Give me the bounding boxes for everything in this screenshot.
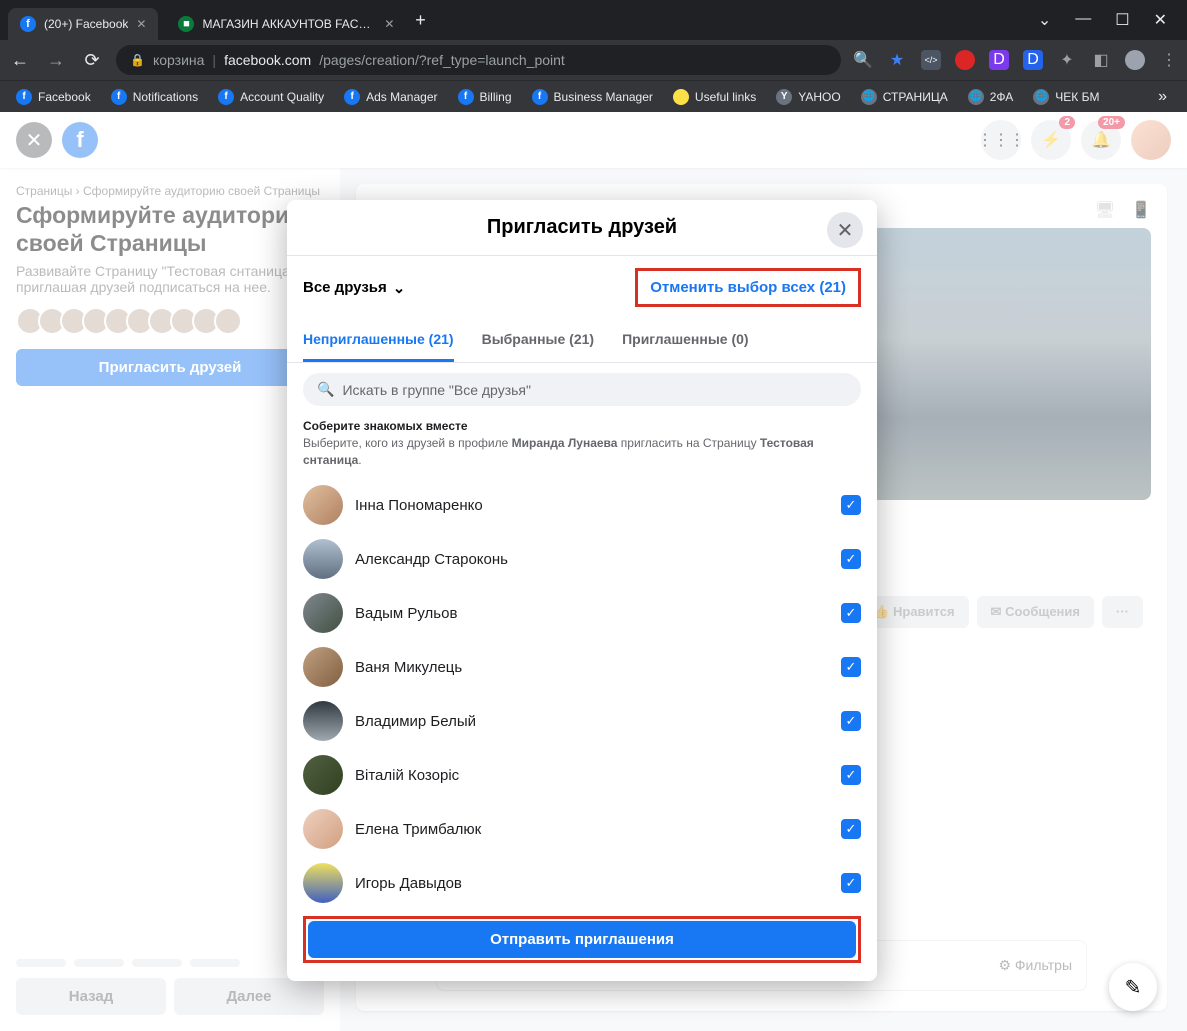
star-icon[interactable]: ★ — [887, 50, 907, 70]
lock-icon: 🔒 — [130, 53, 145, 67]
bookmark-item[interactable]: 🌐СТРАНИЦА — [853, 85, 956, 109]
checkbox-checked-icon[interactable]: ✓ — [841, 765, 861, 785]
menu-icon[interactable]: ⋮ — [1159, 50, 1179, 70]
friends-list: Інна Пономаренко✓ Александр Староконь✓ В… — [287, 474, 877, 904]
favicon-icon: ■ — [178, 16, 194, 32]
modal-description: Соберите знакомых вместе Выберите, кого … — [287, 412, 877, 474]
search-icon[interactable]: 🔍 — [853, 50, 873, 70]
tab-selected[interactable]: Выбранные (21) — [482, 319, 595, 362]
friend-row[interactable]: Інна Пономаренко✓ — [303, 478, 861, 532]
friend-row[interactable]: Александр Староконь✓ — [303, 532, 861, 586]
browser-tab-1[interactable]: ■ МАГАЗИН АККАУНТОВ FACEBO ✕ — [166, 8, 406, 40]
close-icon[interactable]: ✕ — [1154, 10, 1167, 30]
minimize-icon[interactable]: ― — [1075, 10, 1091, 30]
facebook-favicon-icon: f — [20, 16, 36, 32]
close-tab-icon[interactable]: ✕ — [136, 17, 146, 31]
bookmark-item[interactable]: fFacebook — [8, 85, 99, 109]
friend-row[interactable]: Игорь Давыдов✓ — [303, 856, 861, 904]
checkbox-checked-icon[interactable]: ✓ — [841, 657, 861, 677]
bookmarks-bar: fFacebook fNotifications fAccount Qualit… — [0, 80, 1187, 112]
avatar — [303, 539, 343, 579]
bookmark-item[interactable]: fAds Manager — [336, 85, 445, 109]
deselect-all-button[interactable]: Отменить выбор всех (21) — [635, 268, 861, 307]
tab-invited[interactable]: Приглашенные (0) — [622, 319, 749, 362]
url-domain: facebook.com — [224, 52, 311, 68]
checkbox-checked-icon[interactable]: ✓ — [841, 819, 861, 839]
sidepanel-icon[interactable]: ◧ — [1091, 50, 1111, 70]
modal-title: Пригласить друзей — [303, 216, 861, 239]
chevron-down-icon: ⌄ — [393, 279, 406, 297]
ext-icon[interactable]: </> — [921, 50, 941, 70]
reload-icon[interactable]: ⟳ — [80, 50, 104, 71]
checkbox-checked-icon[interactable]: ✓ — [841, 495, 861, 515]
avatar — [303, 809, 343, 849]
search-icon: 🔍 — [317, 381, 334, 398]
avatar — [303, 647, 343, 687]
bookmark-item[interactable]: fBilling — [450, 85, 520, 109]
omnibox[interactable]: 🔒 корзина | facebook.com/pages/creation/… — [116, 45, 841, 75]
close-tab-icon[interactable]: ✕ — [384, 17, 394, 31]
friend-row[interactable]: Владимир Белый✓ — [303, 694, 861, 748]
avatar — [303, 485, 343, 525]
friend-row[interactable]: Вадым Рульов✓ — [303, 586, 861, 640]
friend-row[interactable]: Елена Тримбалюк✓ — [303, 802, 861, 856]
compose-fab[interactable]: ✎ — [1109, 963, 1157, 1011]
profile-icon[interactable] — [1125, 50, 1145, 70]
friend-row[interactable]: Ваня Микулець✓ — [303, 640, 861, 694]
ext-icon[interactable]: D — [1023, 50, 1043, 70]
tab-title: МАГАЗИН АККАУНТОВ FACEBO — [202, 17, 376, 31]
new-tab-button[interactable]: + — [406, 10, 434, 31]
checkbox-checked-icon[interactable]: ✓ — [841, 711, 861, 731]
bookmark-item[interactable]: 🌐2ФА — [960, 85, 1022, 109]
bookmarks-overflow-icon[interactable]: » — [1158, 88, 1179, 106]
avatar — [303, 863, 343, 903]
browser-titlebar: f (20+) Facebook ✕ ■ МАГАЗИН АККАУНТОВ F… — [0, 0, 1187, 40]
forward-icon[interactable]: → — [44, 50, 68, 71]
window-controls: ⌄ ― ☐ ✕ — [1038, 10, 1187, 30]
avatar — [303, 755, 343, 795]
extensions-icon[interactable]: ✦ — [1057, 50, 1077, 70]
toolbar-icons: 🔍 ★ </> D D ✦ ◧ ⋮ — [853, 50, 1179, 70]
ext-icon[interactable]: D — [989, 50, 1009, 70]
bookmark-item[interactable]: fAccount Quality — [210, 85, 332, 109]
modal-tabs: Неприглашенные (21) Выбранные (21) Пригл… — [287, 319, 877, 363]
close-modal-button[interactable]: ✕ — [827, 212, 863, 248]
avatar — [303, 593, 343, 633]
maximize-icon[interactable]: ☐ — [1115, 10, 1129, 30]
checkbox-checked-icon[interactable]: ✓ — [841, 603, 861, 623]
search-placeholder: Искать в группе "Все друзья" — [342, 382, 531, 398]
send-invites-button[interactable]: Отправить приглашения — [308, 921, 856, 958]
friend-row[interactable]: Віталій Козоріс✓ — [303, 748, 861, 802]
bookmark-item[interactable]: YYAHOO — [768, 85, 848, 109]
browser-tab-0[interactable]: f (20+) Facebook ✕ — [8, 8, 158, 40]
tab-title: (20+) Facebook — [44, 17, 128, 31]
ext-icon[interactable] — [955, 50, 975, 70]
url-prefix: корзина — [153, 52, 204, 68]
checkbox-checked-icon[interactable]: ✓ — [841, 873, 861, 893]
search-input[interactable]: 🔍 Искать в группе "Все друзья" — [303, 373, 861, 406]
bookmark-item[interactable]: 🌐ЧЕК БМ — [1025, 85, 1107, 109]
browser-address-bar: ← → ⟳ 🔒 корзина | facebook.com/pages/cre… — [0, 40, 1187, 80]
filter-dropdown[interactable]: Все друзья ⌄ — [303, 279, 405, 297]
bookmark-item[interactable]: fBusiness Manager — [524, 85, 661, 109]
url-path: /pages/creation/?ref_type=launch_point — [319, 52, 565, 68]
invite-friends-modal: Пригласить друзей ✕ Все друзья ⌄ Отменит… — [287, 200, 877, 981]
avatar — [303, 701, 343, 741]
chevron-down-icon[interactable]: ⌄ — [1038, 10, 1051, 30]
bookmark-item[interactable]: Useful links — [665, 85, 764, 109]
back-icon[interactable]: ← — [8, 50, 32, 71]
bookmark-item[interactable]: fNotifications — [103, 85, 206, 109]
tab-not-invited[interactable]: Неприглашенные (21) — [303, 319, 454, 362]
checkbox-checked-icon[interactable]: ✓ — [841, 549, 861, 569]
